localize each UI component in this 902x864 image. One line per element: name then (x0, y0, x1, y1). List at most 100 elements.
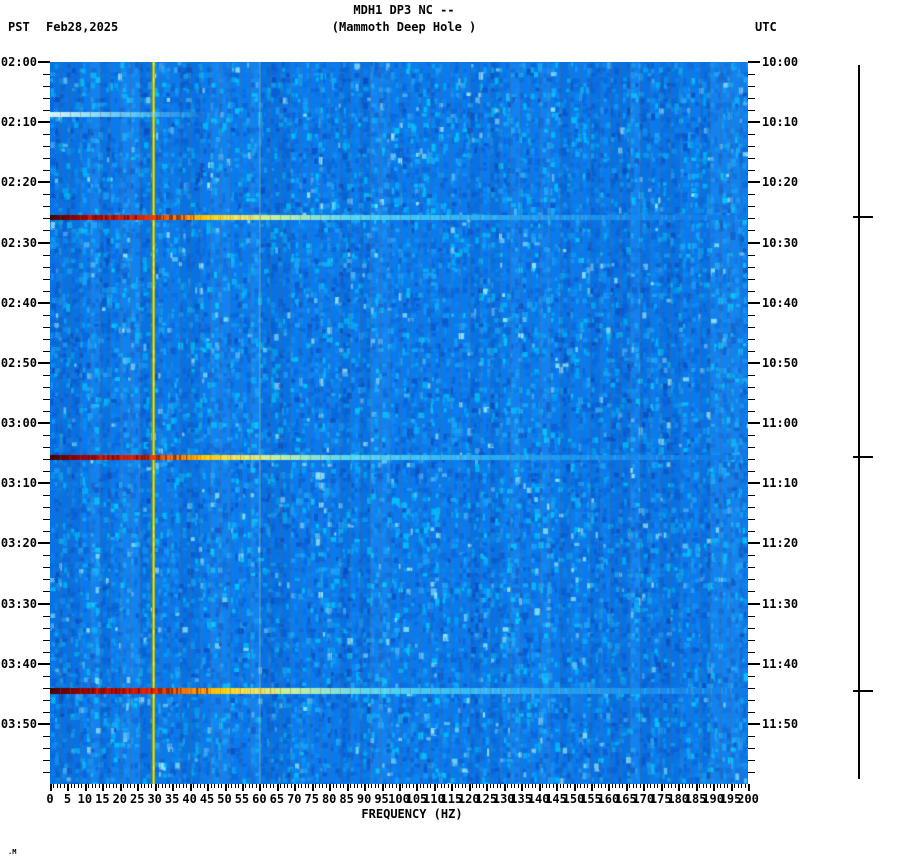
utc-minor-tick (748, 747, 755, 749)
freq-tick-label: 50 (217, 792, 232, 806)
freq-minor-tick (161, 784, 163, 788)
freq-minor-tick (130, 784, 132, 788)
freq-major-tick (311, 784, 314, 791)
freq-minor-tick (283, 784, 285, 788)
freq-major-tick (329, 784, 332, 791)
pst-major-tick (38, 722, 50, 725)
pst-minor-tick (43, 447, 50, 449)
freq-minor-tick (168, 784, 170, 788)
freq-minor-tick (95, 784, 97, 788)
freq-major-tick (748, 784, 750, 791)
freq-minor-tick (702, 784, 704, 788)
pst-minor-tick (43, 146, 50, 148)
freq-minor-tick (245, 784, 247, 788)
freq-minor-tick (158, 784, 160, 788)
freq-minor-tick (685, 784, 687, 788)
freq-tick-label: 10 (77, 792, 93, 806)
freq-minor-tick (423, 784, 425, 788)
pst-minor-tick (43, 398, 50, 400)
freq-minor-tick (297, 784, 299, 788)
utc-minor-tick (748, 759, 755, 761)
pst-major-tick (38, 602, 50, 605)
freq-major-tick (102, 784, 105, 791)
freq-major-tick (67, 784, 70, 791)
freq-tick-label: 90 (356, 792, 372, 806)
freq-minor-tick (716, 784, 718, 788)
freq-minor-tick (378, 784, 380, 788)
freq-minor-tick (147, 784, 149, 788)
pst-minor-tick (43, 591, 50, 593)
freq-major-tick (364, 784, 367, 791)
utc-minor-tick (748, 230, 755, 232)
utc-minor-tick (748, 410, 755, 412)
pst-minor-tick (43, 567, 50, 569)
freq-minor-tick (524, 784, 526, 788)
utc-major-tick (748, 422, 760, 424)
freq-minor-tick (238, 784, 240, 788)
pst-minor-tick (43, 410, 50, 412)
pst-major-tick (38, 61, 50, 63)
freq-minor-tick (186, 784, 188, 788)
freq-major-tick (590, 784, 593, 791)
utc-minor-tick (748, 314, 755, 316)
freq-minor-tick (179, 784, 181, 788)
freq-minor-tick (419, 784, 421, 788)
freq-minor-tick (496, 784, 498, 788)
station-subtitle: (Mammoth Deep Hole ) (331, 20, 477, 34)
freq-minor-tick (479, 784, 481, 788)
pst-major-tick (38, 121, 50, 124)
freq-major-tick (137, 784, 140, 791)
freq-major-tick (538, 784, 541, 791)
pst-minor-tick (43, 699, 50, 701)
pst-minor-tick (43, 134, 50, 136)
pst-minor-tick (43, 290, 50, 292)
pst-minor-tick (43, 459, 50, 461)
freq-major-tick (416, 784, 419, 791)
freq-tick-label: 95 (374, 792, 389, 806)
freq-minor-tick (461, 784, 463, 788)
pst-minor-tick (43, 771, 50, 773)
freq-minor-tick (325, 784, 327, 788)
freq-minor-tick (287, 784, 289, 788)
freq-minor-tick (126, 784, 128, 788)
freq-tick-label: 15 (95, 792, 110, 806)
utc-tick-label: 11:20 (762, 536, 799, 551)
freq-minor-tick (482, 784, 484, 788)
freq-minor-tick (611, 784, 613, 788)
freq-tick-label: 40 (182, 792, 197, 806)
freq-major-tick (521, 784, 524, 791)
utc-major-tick (748, 61, 760, 63)
freq-minor-tick (248, 784, 250, 788)
freq-minor-tick (165, 784, 167, 788)
utc-tick-label: 11:50 (762, 716, 799, 731)
utc-major-tick (748, 542, 760, 545)
pst-tick-label: 03:10 (0, 476, 37, 491)
timezone-label-left: PST (8, 20, 30, 34)
utc-minor-tick (748, 266, 755, 268)
freq-major-tick (381, 784, 384, 791)
freq-minor-tick (353, 784, 355, 788)
utc-tick-label: 11:10 (762, 476, 799, 491)
freq-minor-tick (357, 784, 359, 788)
utc-major-tick (748, 361, 760, 364)
freq-minor-tick (182, 784, 184, 788)
freq-minor-tick (671, 784, 673, 788)
freq-minor-tick (531, 784, 533, 788)
utc-minor-tick (748, 675, 755, 677)
utc-minor-tick (748, 555, 755, 557)
freq-minor-tick (639, 784, 641, 788)
pst-minor-tick (43, 747, 50, 749)
pst-minor-tick (43, 158, 50, 160)
utc-minor-tick (748, 374, 755, 376)
freq-minor-tick (336, 784, 338, 788)
freq-minor-tick (112, 784, 114, 788)
scale-bar-event-tick (853, 456, 873, 459)
pst-minor-tick (43, 507, 50, 509)
freq-tick-label: 5 (63, 792, 72, 806)
freq-major-tick (643, 784, 646, 791)
freq-minor-tick (105, 784, 107, 788)
freq-minor-tick (144, 784, 146, 788)
freq-minor-tick (674, 784, 676, 788)
pst-tick-label: 03:30 (0, 596, 37, 611)
freq-major-tick (486, 784, 489, 791)
